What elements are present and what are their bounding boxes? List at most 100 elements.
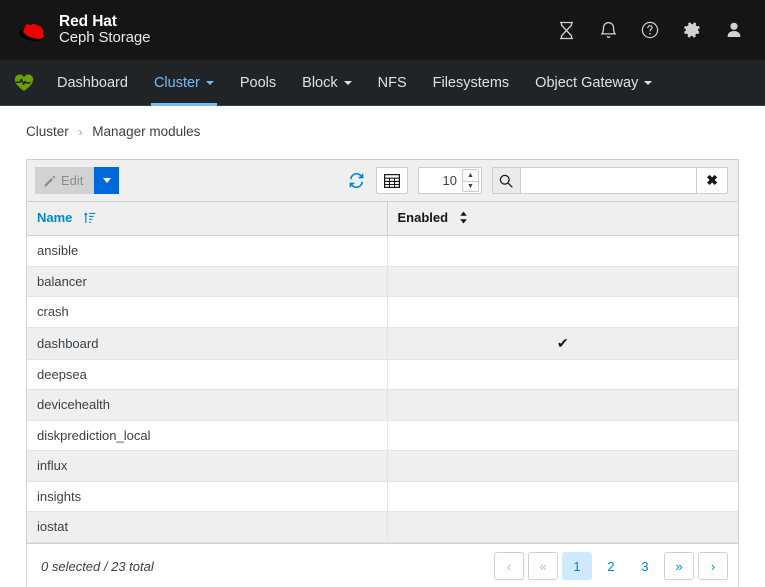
- masthead: Red Hat Ceph Storage: [0, 0, 765, 60]
- brand-logo-group[interactable]: Red Hat Ceph Storage: [16, 12, 151, 47]
- pagination-next[interactable]: ›: [698, 552, 728, 580]
- nav-item-dashboard[interactable]: Dashboard: [44, 60, 141, 105]
- nav-item-label: Cluster: [153, 74, 200, 91]
- nav-item-object-gateway[interactable]: Object Gateway: [522, 60, 665, 105]
- primary-navigation: Dashboard Cluster Pools Block NFS Filesy…: [0, 60, 765, 106]
- pagination-page-3[interactable]: 3: [630, 552, 660, 580]
- cell-enabled: [387, 296, 738, 328]
- table-row[interactable]: diskprediction_local: [27, 420, 738, 451]
- tasks-hourglass-icon[interactable]: [555, 19, 577, 41]
- search-input[interactable]: [519, 167, 698, 194]
- bell-icon[interactable]: [597, 19, 619, 41]
- breadcrumb-item-cluster[interactable]: Cluster: [26, 124, 69, 139]
- breadcrumb: Cluster › Manager modules: [0, 106, 765, 151]
- cell-enabled: [387, 266, 738, 297]
- pagination-prev[interactable]: ‹: [494, 552, 524, 580]
- table-row[interactable]: ansible: [27, 235, 738, 267]
- cell-name: dashboard: [27, 327, 388, 360]
- page-limit-spinner: ▲ ▼: [462, 169, 479, 192]
- cell-enabled: [387, 359, 738, 390]
- sort-amount-asc-icon: [83, 211, 96, 227]
- nav-item-label: Pools: [239, 74, 277, 91]
- masthead-icon-group: [555, 19, 751, 41]
- table-row[interactable]: balancer: [27, 266, 738, 297]
- table-toolbar: Edit ▲ ▼: [27, 160, 738, 202]
- stepper-down-icon[interactable]: ▼: [462, 180, 479, 192]
- stepper-up-icon[interactable]: ▲: [462, 169, 479, 181]
- table-row[interactable]: deepsea: [27, 359, 738, 390]
- close-x-icon: ✖: [706, 172, 719, 188]
- gear-icon[interactable]: [681, 19, 703, 41]
- pagination-first[interactable]: «: [528, 552, 558, 580]
- refresh-button[interactable]: [342, 168, 370, 194]
- page-limit-stepper[interactable]: ▲ ▼: [418, 167, 482, 194]
- table-row[interactable]: devicehealth: [27, 389, 738, 421]
- nav-item-label: Object Gateway: [535, 74, 639, 91]
- heart-pulse-icon: [14, 73, 34, 91]
- column-header-name[interactable]: Name: [27, 202, 388, 236]
- search-group: ✖: [492, 167, 728, 194]
- cell-name: deepsea: [27, 359, 388, 390]
- table-body: ansible balancer crash dashboard ✔ deeps…: [27, 235, 738, 543]
- nav-item-label: Filesystems: [432, 74, 510, 91]
- table-columns-icon: [384, 173, 400, 188]
- column-header-enabled[interactable]: Enabled: [387, 202, 738, 236]
- nav-item-pools[interactable]: Pools: [227, 60, 289, 105]
- selection-status: 0 selected / 23 total: [41, 558, 154, 574]
- column-selector-button[interactable]: [376, 167, 408, 194]
- sort-updown-icon: [459, 211, 468, 227]
- breadcrumb-separator-icon: ›: [78, 125, 83, 139]
- cell-enabled: [387, 235, 738, 267]
- edit-button-group: Edit: [35, 167, 120, 194]
- page-limit-input[interactable]: [419, 168, 461, 193]
- brand-name-line1: Red Hat: [59, 12, 117, 30]
- table-row[interactable]: influx: [27, 450, 738, 482]
- cell-enabled: [387, 450, 738, 482]
- cell-name: influx: [27, 450, 388, 482]
- chevron-down-icon: [644, 80, 653, 85]
- pencil-icon: [44, 175, 56, 187]
- cluster-health-icon-wrap[interactable]: [14, 60, 44, 105]
- table-row[interactable]: dashboard ✔: [27, 327, 738, 360]
- pagination-page-1[interactable]: 1: [562, 552, 592, 580]
- search-clear-button[interactable]: ✖: [697, 167, 728, 194]
- breadcrumb-item-current: Manager modules: [92, 124, 201, 139]
- brand-name-line2: Ceph Storage: [59, 29, 151, 47]
- pagination-last[interactable]: »: [664, 552, 694, 580]
- cell-enabled: [387, 511, 738, 543]
- refresh-icon: [349, 172, 363, 189]
- cell-enabled: [387, 389, 738, 421]
- nav-item-cluster[interactable]: Cluster: [141, 60, 227, 106]
- chevron-down-icon: [205, 80, 214, 85]
- table-row[interactable]: iostat: [27, 511, 738, 543]
- cell-enabled: ✔: [387, 327, 738, 360]
- user-icon[interactable]: [723, 19, 745, 41]
- cell-name: ansible: [27, 235, 388, 267]
- cell-name: crash: [27, 296, 388, 328]
- table-row[interactable]: insights: [27, 481, 738, 512]
- nav-item-label: NFS: [377, 74, 407, 91]
- cell-enabled: [387, 420, 738, 451]
- nav-item-filesystems[interactable]: Filesystems: [420, 60, 523, 105]
- chevron-down-icon: [343, 80, 352, 85]
- cell-name: iostat: [27, 511, 388, 543]
- pagination: ‹ « 1 2 3 » ›: [494, 552, 728, 580]
- table-row[interactable]: crash: [27, 296, 738, 328]
- table-head: Name Enabled: [27, 202, 738, 236]
- redhat-fedora-icon: [18, 23, 45, 41]
- nav-item-label: Block: [302, 74, 338, 91]
- enabled-check-icon: ✔: [556, 334, 569, 351]
- pagination-page-2[interactable]: 2: [596, 552, 626, 580]
- cell-name: insights: [27, 481, 388, 512]
- manager-modules-table: Name Enabled ansible balancer crash dash…: [27, 202, 738, 543]
- nav-item-nfs[interactable]: NFS: [365, 60, 420, 105]
- edit-button[interactable]: Edit: [35, 167, 95, 194]
- cell-enabled: [387, 481, 738, 512]
- edit-dropdown-toggle[interactable]: [94, 167, 120, 194]
- column-header-label: Enabled: [397, 210, 449, 225]
- cell-name: diskprediction_local: [27, 420, 388, 451]
- help-circle-icon[interactable]: [639, 19, 661, 41]
- nav-item-block[interactable]: Block: [289, 60, 364, 105]
- column-header-label: Name: [37, 210, 73, 225]
- table-footer: 0 selected / 23 total ‹ « 1 2 3 » ›: [27, 542, 738, 587]
